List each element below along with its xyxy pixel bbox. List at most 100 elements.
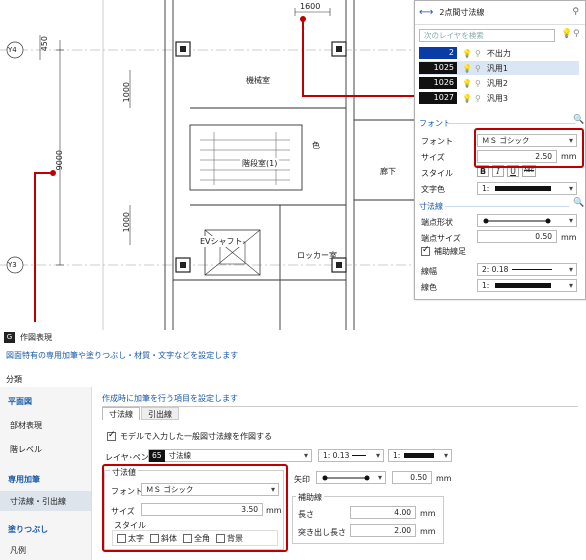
search-icon[interactable]: 🔍: [573, 198, 584, 208]
pin-icon[interactable]: ⚲: [475, 79, 481, 88]
model-dimension-checkbox-row[interactable]: モデルで入力した一般図寸法線を作図する: [107, 430, 272, 442]
dialog-dimension-value-highlight: [102, 464, 288, 552]
layer-row-1[interactable]: 1025 💡 ⚲ 汎用1: [419, 61, 579, 75]
tab-bar: 寸法線 引出線: [102, 407, 179, 420]
length-input[interactable]: 4.00: [350, 506, 416, 519]
protrude-unit: mm: [420, 527, 436, 536]
bulb-icon[interactable]: 💡: [561, 29, 572, 39]
callout-line-left-v: [34, 172, 36, 322]
dim-label-small-2: 1000: [122, 212, 131, 233]
layer-number: 1026: [419, 77, 457, 89]
endpoint-size-value: 0.50: [535, 232, 552, 241]
font-label: フォント: [421, 137, 453, 146]
line-type-select-1[interactable]: 1: 0.13: [318, 449, 384, 462]
nav-item-floor-level[interactable]: 階レベル: [0, 439, 90, 459]
grid-label-y3: Y3: [8, 261, 17, 269]
lightbulb-icon[interactable]: 💡: [462, 49, 472, 58]
pin-icon[interactable]: ⚲: [475, 94, 481, 103]
app-icon: G: [4, 331, 15, 343]
lightbulb-icon[interactable]: 💡: [462, 79, 472, 88]
color-swatch: [404, 453, 435, 458]
lightbulb-icon[interactable]: 💡: [462, 94, 472, 103]
pin-icon[interactable]: ⚲: [475, 64, 481, 73]
protrude-label: 突き出し長さ: [298, 528, 346, 537]
endpoint-shape-select[interactable]: [477, 214, 577, 227]
color-swatch: [495, 186, 552, 191]
category-nav: 平面図 部材表現 階レベル 専用加筆 寸法線・引出線 塗りつぶし 凡例: [0, 387, 92, 560]
arrow-size-input[interactable]: 0.50: [392, 471, 432, 484]
dialog-titlebar: G 作図表現: [4, 330, 52, 344]
arrow-label: 矢印: [294, 475, 310, 484]
content-description: 作成時に加筆を行う項目を設定します: [102, 394, 238, 403]
nav-item-dimension-leader[interactable]: 寸法線・引出線: [0, 491, 91, 511]
dim-label-small-1: 1000: [122, 82, 131, 103]
section-divider: [445, 206, 569, 207]
line-width-preview: [512, 269, 553, 270]
line-color-select[interactable]: 1:: [388, 449, 452, 462]
layer-search-input[interactable]: 次のレイヤを検索: [419, 29, 555, 42]
line-width-value: 2: 0.18: [482, 265, 509, 274]
endpoint-shape-label: 端点形状: [421, 218, 453, 227]
aux-line-label: 補助線足: [434, 247, 466, 256]
arrow-size-unit: mm: [436, 474, 452, 483]
model-dimension-checkbox[interactable]: [107, 430, 116, 441]
layer-name: 汎用3: [486, 93, 508, 103]
lightbulb-icon[interactable]: 💡: [462, 64, 472, 73]
layer-name: 汎用2: [486, 78, 508, 88]
aux-line-checkbox-row[interactable]: 補助線足: [421, 245, 466, 257]
tab-leader[interactable]: 引出線: [141, 407, 179, 420]
line-preview: [352, 455, 367, 456]
endpoint-size-input[interactable]: 0.50: [477, 230, 557, 243]
nav-item-floor-plan[interactable]: 平面図: [0, 391, 90, 411]
layer-row-0[interactable]: 2 💡 ⚲ 不出力: [419, 46, 579, 60]
dim-label-top: 1600: [300, 2, 321, 11]
layer-pen-label: レイヤ･ペン: [105, 453, 149, 462]
grid-label-y4: Y4: [8, 46, 17, 54]
endpoint-shape-preview: [483, 218, 551, 223]
layer-row-2[interactable]: 1026 💡 ⚲ 汎用2: [419, 76, 579, 90]
pin-small-icon[interactable]: ⚲: [573, 29, 580, 39]
tab-dimension[interactable]: 寸法線: [102, 407, 140, 420]
layer-number-badge: 65: [149, 449, 165, 462]
category-label: 分類: [6, 375, 22, 384]
line-width-label: 線幅: [421, 267, 437, 276]
style-label: スタイル: [421, 169, 453, 178]
line-color-value: 1:: [393, 451, 401, 460]
nav-item-member[interactable]: 部材表現: [0, 415, 90, 435]
room-locker-label: ロッカー室: [297, 251, 337, 260]
nav-item-fill[interactable]: 塗りつぶし: [0, 519, 90, 539]
callout-dot-left: [50, 170, 56, 176]
dimension-tool-icon: ⟷: [419, 7, 434, 18]
protrude-input[interactable]: 2.00: [350, 524, 416, 537]
layer-name: 不出力: [486, 48, 511, 58]
color-swatch: [495, 283, 552, 288]
dim-label-450: 450: [40, 36, 49, 52]
line-color-select[interactable]: 1:: [477, 279, 577, 292]
text-color-select[interactable]: 1:: [477, 182, 577, 195]
endpoint-size-unit: mm: [561, 233, 577, 242]
room-corridor-label: 廊下: [380, 167, 396, 176]
aux-line-checkbox[interactable]: [421, 245, 430, 256]
line-width-select[interactable]: 2: 0.18: [477, 263, 577, 276]
layer-row-3[interactable]: 1027 💡 ⚲ 汎用3: [419, 91, 579, 105]
nav-item-legend[interactable]: 凡例: [0, 540, 90, 560]
length-unit: mm: [420, 509, 436, 518]
callout-line-top-v: [302, 20, 304, 97]
nav-item-addition[interactable]: 専用加筆: [0, 469, 90, 489]
room-machine-label: 機械室: [246, 76, 270, 85]
panel-font-highlight: [474, 128, 584, 168]
pin-icon[interactable]: ⚲: [572, 7, 579, 17]
panel-title: 2点間寸法線: [439, 8, 485, 17]
dialog-description: 図面特有の専用加筆や塗りつぶし・材質・文字などを設定します: [6, 351, 239, 360]
arrow-shape-select[interactable]: [316, 471, 386, 484]
layer-select[interactable]: 65 寸法線: [148, 449, 312, 462]
text-color-label: 文字色: [421, 185, 445, 194]
pin-icon[interactable]: ⚲: [475, 49, 481, 58]
arrow-size-value: 0.50: [410, 473, 427, 482]
line-color-label: 線色: [421, 283, 437, 292]
search-icon[interactable]: 🔍: [573, 115, 584, 125]
room-ev-label: EVシャフト: [200, 236, 243, 247]
line-color-value: 1:: [482, 281, 490, 290]
dimline-section-title: 寸法線: [419, 202, 443, 211]
layer-number: 2: [419, 47, 457, 59]
